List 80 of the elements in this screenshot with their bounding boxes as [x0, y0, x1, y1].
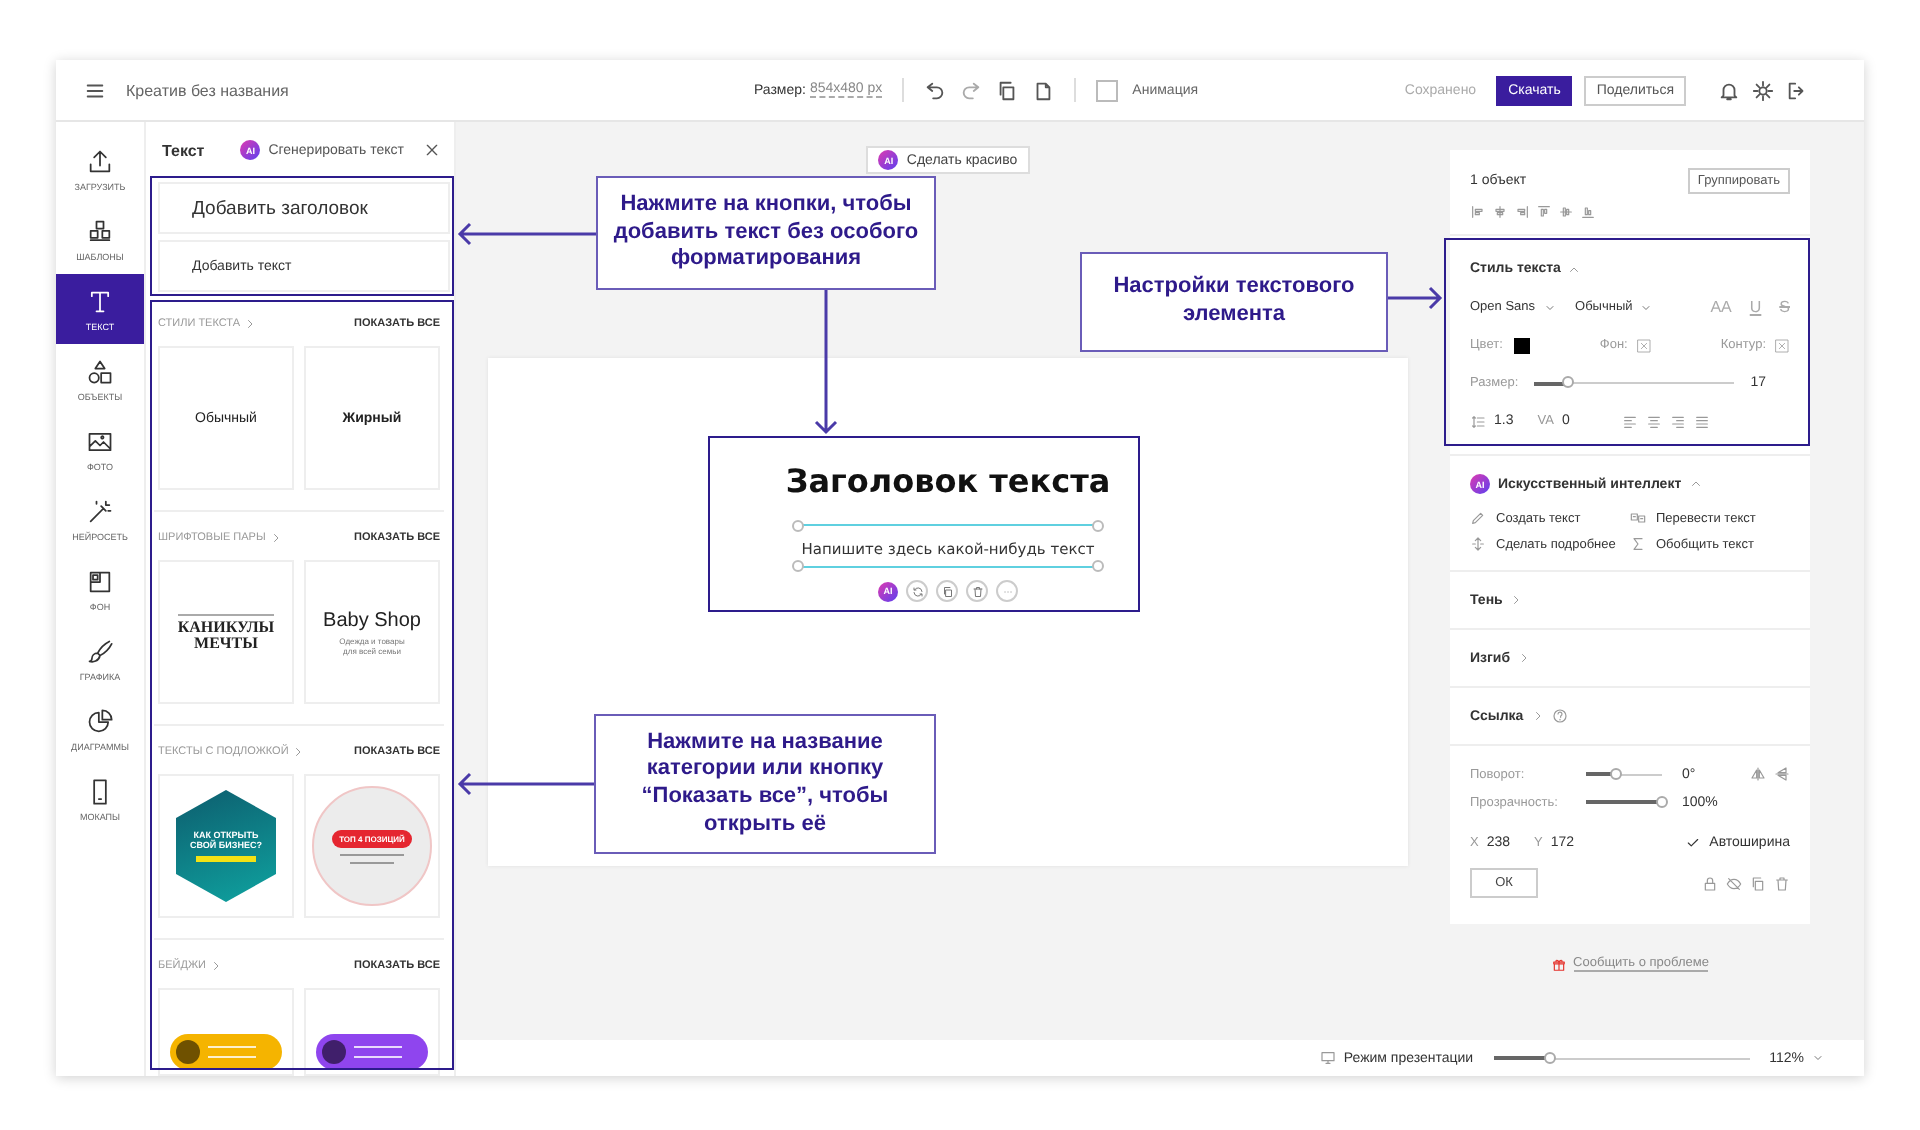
align-left-icon[interactable] — [1470, 204, 1486, 220]
lock-icon[interactable] — [1702, 875, 1718, 891]
font-pair-card[interactable]: КАНИКУЛЫ МЕЧТЫ — [158, 560, 294, 704]
small-text-line — [178, 613, 274, 615]
eye-crossed-icon[interactable] — [1726, 875, 1742, 891]
shapes-icon — [86, 357, 114, 385]
chevron-right-icon — [1510, 594, 1523, 606]
document-title[interactable]: Креатив без названия — [126, 81, 289, 99]
chevron-right-icon — [1518, 652, 1531, 664]
text-align-right-icon[interactable] — [1669, 413, 1686, 429]
small-text-line — [350, 861, 394, 863]
chevron-right-icon — [244, 318, 256, 330]
check-icon — [1686, 835, 1701, 849]
image-icon — [86, 427, 114, 455]
pencil-icon — [1470, 510, 1486, 526]
logout-icon[interactable] — [1786, 79, 1808, 101]
panel-title: Текст — [162, 141, 205, 159]
arrow — [1386, 286, 1443, 310]
undo-icon[interactable] — [924, 79, 947, 101]
callout-text: Нажмите на кнопки, чтобы добавить текст без особого форматирования — [596, 176, 936, 290]
close-icon[interactable] — [424, 142, 440, 158]
text-align-center-icon[interactable] — [1645, 413, 1662, 429]
animation-checkbox[interactable] — [1096, 79, 1119, 101]
align-right-icon[interactable] — [1514, 204, 1530, 220]
sigma-icon — [1630, 536, 1646, 552]
small-text-line — [340, 853, 404, 855]
line-height-icon[interactable] — [1470, 413, 1486, 429]
menu-icon[interactable] — [84, 79, 106, 101]
crossed-box-icon[interactable] — [1774, 337, 1790, 353]
align-bottom-icon[interactable] — [1580, 204, 1596, 220]
trash-icon[interactable] — [1774, 875, 1790, 891]
help-icon[interactable] — [1551, 708, 1568, 724]
flip-vertical-icon[interactable] — [1774, 766, 1790, 782]
background-icon — [86, 567, 114, 595]
gift-icon — [1551, 957, 1566, 971]
letter-t-icon — [86, 287, 114, 315]
chevron-right-icon — [210, 960, 222, 972]
chevron-right-icon — [292, 746, 305, 758]
badge-card[interactable] — [304, 988, 440, 1076]
copy-icon[interactable] — [941, 585, 953, 597]
expand-icon — [1470, 536, 1486, 552]
arrow — [457, 222, 598, 246]
chevron-right-icon — [269, 532, 282, 544]
color-swatch[interactable] — [1514, 337, 1531, 353]
settings-icon[interactable] — [1752, 79, 1774, 101]
font-pair-title: КАНИКУЛЫ МЕЧТЫ — [175, 619, 277, 651]
translate-icon — [1630, 510, 1646, 526]
bell-icon[interactable] — [1718, 79, 1740, 101]
chevron-right-icon — [1531, 710, 1544, 722]
chevron-up-icon — [1568, 263, 1581, 275]
chevron-up-icon — [1689, 478, 1702, 490]
pie-chart-icon — [86, 707, 114, 735]
accent-bar — [196, 856, 256, 862]
callout-text: Настройки текстового элемента — [1080, 252, 1388, 352]
brush-icon — [86, 637, 114, 665]
canvas-heading[interactable]: Заголовок текста — [785, 462, 1111, 500]
autowidth-checkbox[interactable] — [1685, 834, 1702, 850]
caret-icon — [1543, 301, 1556, 313]
flip-horizontal-icon[interactable] — [1750, 766, 1766, 782]
callout-text: Нажмите на название категории или кнопку “Показать все”, чтобы открыть её — [594, 714, 936, 854]
arrow — [457, 772, 596, 796]
refresh-icon[interactable] — [911, 585, 923, 597]
text-justify-icon[interactable] — [1693, 413, 1710, 429]
align-center-icon[interactable] — [1492, 204, 1508, 220]
trash-icon[interactable] — [971, 585, 983, 597]
crossed-box-icon[interactable] — [1635, 337, 1652, 353]
monitor-icon[interactable] — [1319, 1050, 1336, 1066]
align-middle-icon[interactable] — [1558, 204, 1574, 220]
badge-card[interactable] — [158, 988, 294, 1076]
caret-icon — [1812, 1052, 1824, 1064]
add-heading-button[interactable]: Добавить заголовок — [158, 182, 450, 234]
caret-icon — [1640, 301, 1653, 313]
font-pair-title: Baby Shop — [323, 609, 421, 631]
copy-icon[interactable] — [996, 79, 1019, 101]
blocks-icon — [86, 217, 114, 245]
magic-wand-icon — [86, 497, 114, 525]
redo-icon[interactable] — [960, 79, 983, 101]
text-align-left-icon[interactable] — [1621, 413, 1638, 429]
upload-icon — [86, 147, 114, 175]
align-top-icon[interactable] — [1536, 204, 1552, 220]
